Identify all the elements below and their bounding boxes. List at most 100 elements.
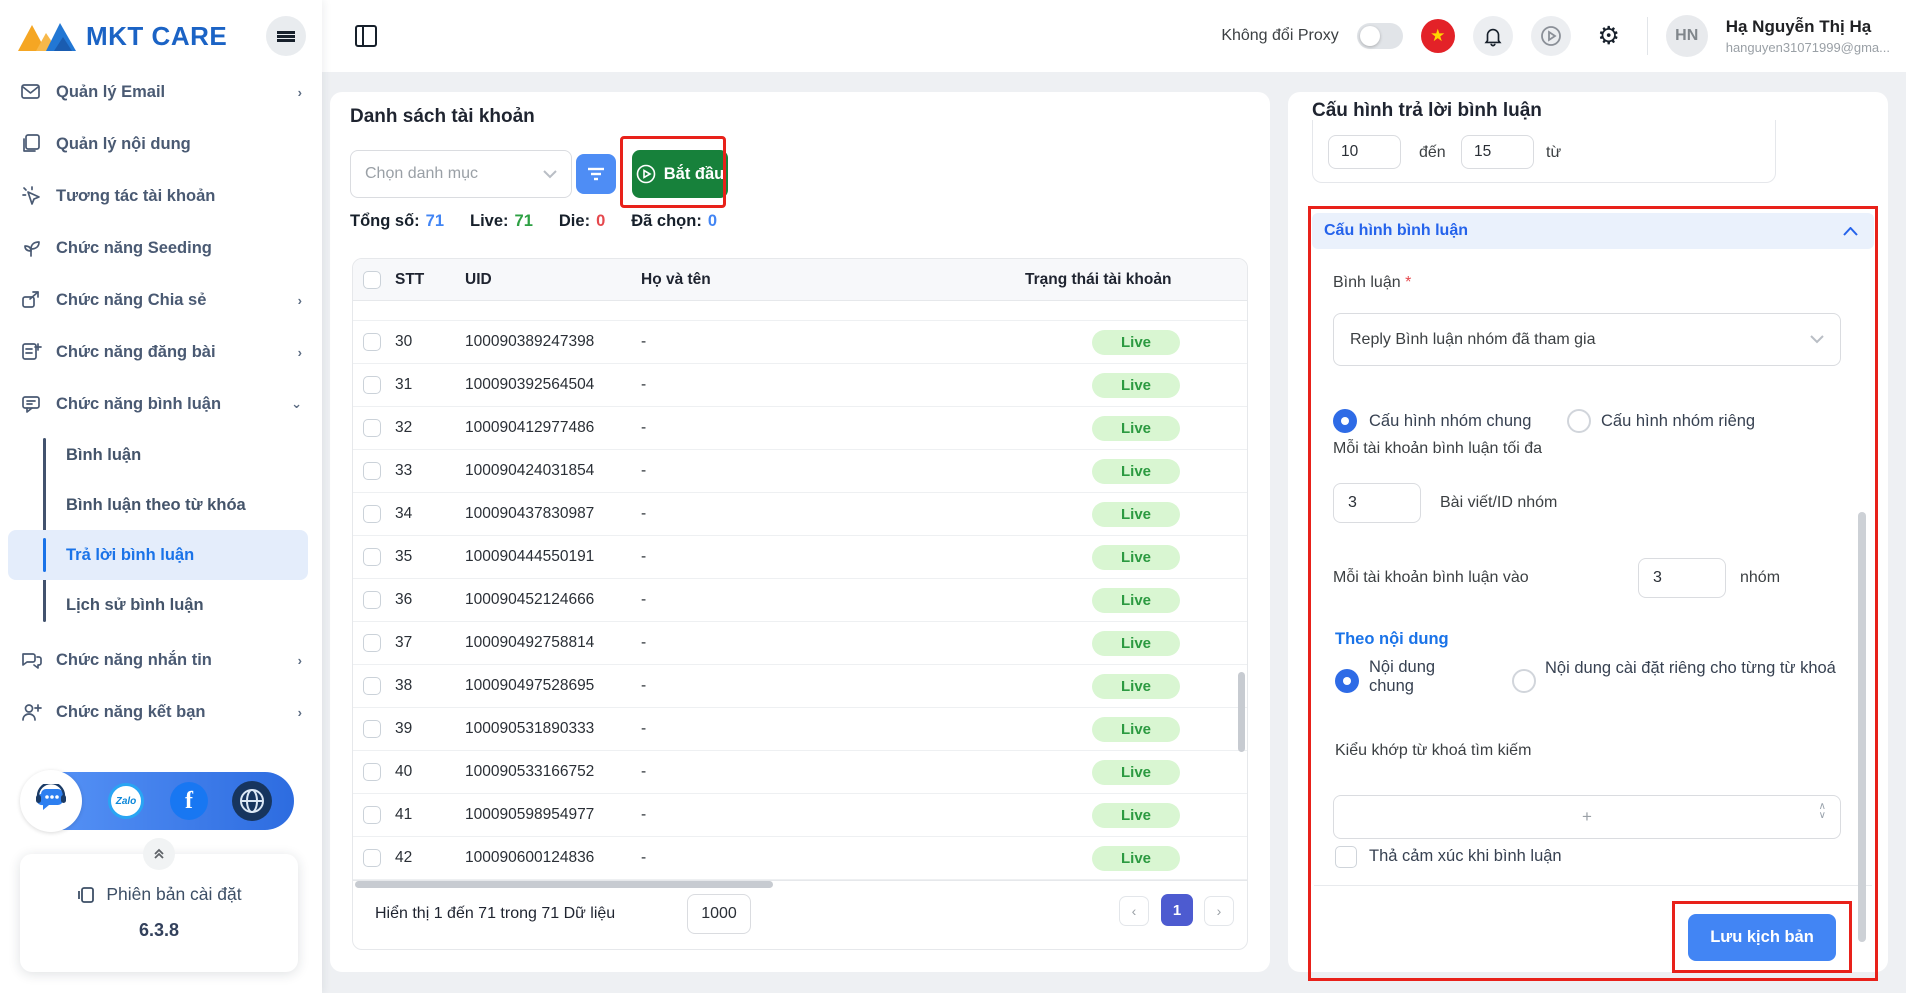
per-account-input[interactable] [1638, 558, 1726, 598]
config-panel-scrollbar[interactable] [1858, 512, 1866, 942]
row-checkbox[interactable] [363, 419, 381, 437]
max-comments-label: Mỗi tài khoản bình luận tối đa [1333, 440, 1542, 458]
row-checkbox[interactable] [363, 591, 381, 609]
sidebar-item-3[interactable]: Chức năng Seeding [0, 222, 322, 274]
globe-icon[interactable] [232, 781, 272, 821]
account-stats: Tổng số:71 Live:71 Die:0 Đã chọn:0 [350, 212, 717, 231]
row-checkbox[interactable] [363, 505, 381, 523]
sidebar-item-bottom-0[interactable]: Chức năng nhắn tin› [0, 634, 322, 686]
reaction-label[interactable]: Thả cảm xúc khi bình luận [1369, 847, 1562, 866]
sidebar-item-4[interactable]: Chức năng Chia sẻ› [0, 274, 322, 326]
comment-type-select[interactable]: Reply Bình luận nhóm đã tham gia [1333, 313, 1841, 366]
gear-icon: ⚙ [1598, 21, 1620, 51]
row-checkbox[interactable] [363, 548, 381, 566]
cell-name: - [633, 763, 1017, 781]
row-checkbox[interactable] [363, 376, 381, 394]
cell-stt: 32 [387, 419, 457, 437]
proxy-toggle[interactable] [1357, 23, 1403, 49]
row-checkbox[interactable] [363, 763, 381, 781]
row-checkbox[interactable] [363, 462, 381, 480]
filter-button[interactable] [576, 154, 616, 194]
submenu-item-3[interactable]: Lịch sử bình luận [8, 580, 308, 630]
table-row: 33100090424031854-Live [353, 450, 1247, 493]
user-name: Hạ Nguyễn Thị Hạ [1726, 17, 1890, 37]
email-icon [20, 81, 42, 103]
content-custom-radio[interactable] [1512, 669, 1536, 693]
table-row: 35100090444550191-Live [353, 536, 1247, 579]
topbar: Không đổi Proxy ★ ⚙ HN Hạ Nguyễn Thị Hạ … [322, 0, 1906, 72]
submenu-item-1[interactable]: Bình luận theo từ khóa [8, 480, 308, 530]
seeding-icon [20, 237, 42, 259]
divider [1314, 885, 1872, 886]
zalo-icon[interactable]: Zalo [108, 783, 144, 819]
group-custom-label[interactable]: Cấu hình nhóm riêng [1601, 412, 1755, 431]
content-common-radio[interactable] [1335, 669, 1359, 693]
group-custom-radio[interactable] [1567, 409, 1591, 433]
row-checkbox[interactable] [363, 806, 381, 824]
reaction-checkbox[interactable] [1335, 846, 1357, 868]
layout-toggle-icon[interactable] [355, 25, 377, 47]
support-chat-icon[interactable] [20, 770, 82, 832]
status-badge: Live [1092, 459, 1180, 484]
facebook-icon[interactable]: f [170, 782, 208, 820]
select-all-checkbox[interactable] [363, 271, 381, 289]
submenu-item-0[interactable]: Bình luận [8, 430, 308, 480]
content-custom-label[interactable]: Nội dung cài đặt riêng cho từng từ khoá [1545, 656, 1845, 681]
row-checkbox[interactable] [363, 849, 381, 867]
sidebar-item-5[interactable]: Chức năng đăng bài› [0, 326, 322, 378]
comment-type-label: Bình luận * [1333, 274, 1411, 292]
table-vertical-scrollbar[interactable] [1238, 672, 1245, 752]
row-checkbox[interactable] [363, 333, 381, 351]
cell-stt: 40 [387, 763, 457, 781]
prev-page-button[interactable]: ‹ [1119, 896, 1149, 926]
collapse-panel-button[interactable] [143, 838, 175, 870]
cell-uid: 100090598954977 [457, 806, 633, 824]
cell-uid: 100090452124666 [457, 591, 633, 609]
content-common-label[interactable]: Nội dung chung [1369, 658, 1479, 696]
comment-config-section-header[interactable]: Cấu hình bình luận [1312, 213, 1874, 249]
sidebar-item-0[interactable]: Quản lý Email› [0, 66, 322, 118]
sidebar-item-bottom-1[interactable]: Chức năng kết bạn› [0, 686, 322, 738]
cell-name: - [633, 462, 1017, 480]
sidebar-item-2[interactable]: Tương tác tài khoản [0, 170, 322, 222]
user-info[interactable]: Hạ Nguyễn Thị Hạ hanguyen31071999@gma... [1726, 17, 1890, 55]
current-page-button[interactable]: 1 [1161, 894, 1193, 926]
row-checkbox[interactable] [363, 634, 381, 652]
row-checkbox[interactable] [363, 677, 381, 695]
group-common-label[interactable]: Cấu hình nhóm chung [1369, 412, 1531, 431]
sidebar-collapse-button[interactable] [266, 16, 306, 56]
friend-icon [20, 701, 42, 723]
cell-uid: 100090412977486 [457, 419, 633, 437]
table-header-row: STT UID Họ và tên Trạng thái tài khoản [353, 259, 1247, 301]
table-row: 29100090385358777-Live [353, 301, 1247, 321]
next-page-button[interactable]: › [1204, 896, 1234, 926]
word-min-input[interactable] [1328, 135, 1401, 169]
cell-stt: 39 [387, 720, 457, 738]
cell-name: - [633, 634, 1017, 652]
table-row: 39100090531890333-Live [353, 708, 1247, 751]
vietnam-flag-icon[interactable]: ★ [1421, 19, 1455, 53]
cell-name: - [633, 333, 1017, 351]
app-logo[interactable]: MKT CARE [16, 17, 227, 55]
content-section-link[interactable]: Theo nội dung [1335, 630, 1449, 649]
avatar[interactable]: HN [1666, 15, 1708, 57]
sidebar-item-1[interactable]: Quản lý nội dung [0, 118, 322, 170]
status-badge: Live [1092, 760, 1180, 785]
notifications-button[interactable] [1473, 16, 1513, 56]
settings-button[interactable]: ⚙ [1589, 16, 1629, 56]
category-select[interactable]: Chọn danh mục [350, 150, 572, 198]
max-comments-input[interactable] [1333, 483, 1421, 523]
sidebar-item-6[interactable]: Chức năng bình luận⌄ [0, 378, 322, 430]
save-script-button[interactable]: Lưu kịch bản [1688, 914, 1836, 961]
word-max-input[interactable] [1461, 135, 1534, 169]
user-email: hanguyen31071999@gma... [1726, 40, 1890, 55]
page-size-input[interactable] [687, 894, 751, 934]
run-tasks-button[interactable] [1531, 16, 1571, 56]
start-button[interactable]: Bắt đầu [632, 150, 728, 198]
keyword-match-select[interactable]: + ∧∨ [1333, 795, 1841, 839]
max-comments-suffix: Bài viết/ID nhóm [1440, 494, 1557, 512]
stat-selected: Đã chọn:0 [631, 212, 717, 231]
submenu-item-2[interactable]: Trả lời bình luận [8, 530, 308, 580]
row-checkbox[interactable] [363, 720, 381, 738]
group-common-radio[interactable] [1333, 409, 1357, 433]
